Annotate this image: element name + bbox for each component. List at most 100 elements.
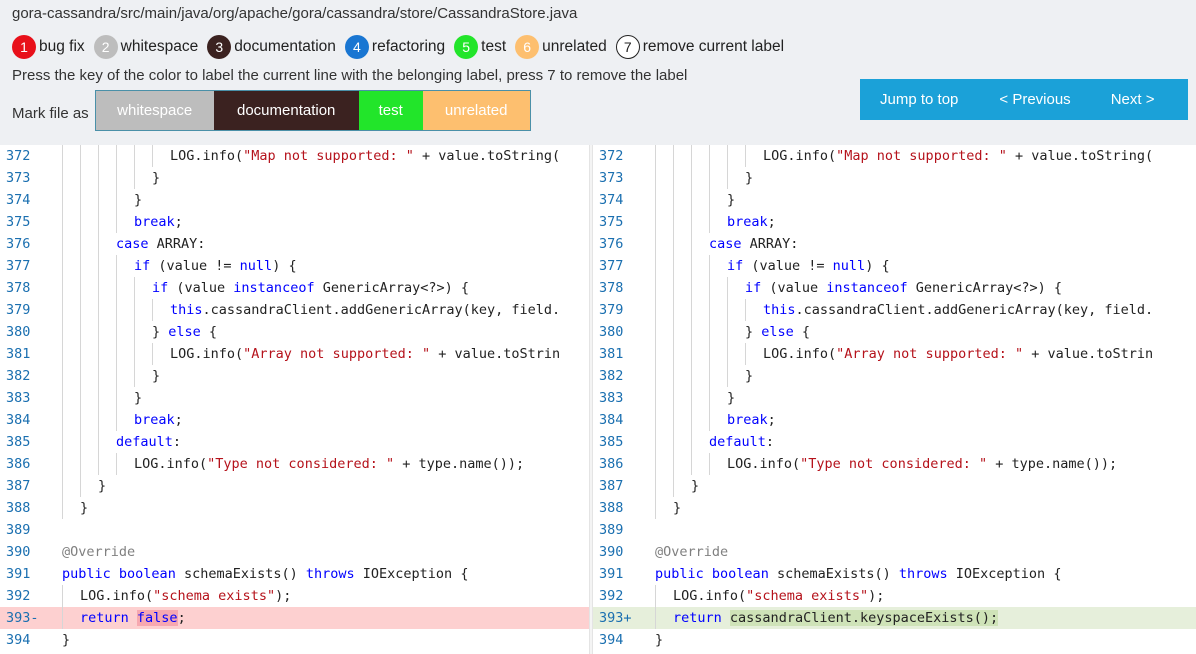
code-line[interactable]: 384 break; bbox=[593, 409, 1196, 431]
instructions-text: Press the key of the color to label the … bbox=[12, 67, 688, 84]
indent-guide bbox=[134, 365, 135, 387]
code-line[interactable]: 372 LOG.info("Map not supported: " + valu… bbox=[593, 145, 1196, 167]
code-line[interactable]: 382} bbox=[0, 365, 590, 387]
indent-guide bbox=[655, 585, 656, 607]
code-line[interactable]: 393- return false; bbox=[0, 607, 590, 629]
code-line[interactable]: 381 LOG.info("Array not supported: " + va… bbox=[0, 343, 590, 365]
code-line[interactable]: 388} bbox=[593, 497, 1196, 519]
next-button[interactable]: Next > bbox=[1111, 91, 1155, 108]
label-unrelated[interactable]: 6 unrelated bbox=[515, 35, 607, 59]
code-line[interactable]: 391 public boolean schemaExists() throws … bbox=[593, 563, 1196, 585]
code-line[interactable]: 389 bbox=[593, 519, 1196, 541]
indent-guide bbox=[80, 321, 81, 343]
indent-guide bbox=[116, 277, 117, 299]
label-remove-label[interactable]: 7 remove current label bbox=[615, 35, 785, 59]
code-line[interactable]: 383} bbox=[0, 387, 590, 409]
code-line[interactable]: 385 default: bbox=[593, 431, 1196, 453]
code-line[interactable]: 374} bbox=[593, 189, 1196, 211]
code-line[interactable]: 373} bbox=[593, 167, 1196, 189]
mark-file-label: Mark file as bbox=[12, 105, 89, 122]
indent-guide bbox=[673, 321, 674, 343]
indent-guide bbox=[134, 321, 135, 343]
mark-test-button[interactable]: test bbox=[358, 91, 423, 130]
code-line[interactable]: 394} bbox=[593, 629, 1196, 651]
indent-guide bbox=[152, 343, 153, 365]
code-line[interactable]: 378 if (value instanceof GenericArray<?>)… bbox=[593, 277, 1196, 299]
label-test[interactable]: 5 test bbox=[454, 35, 506, 59]
code-line[interactable]: 390 @Override bbox=[0, 541, 590, 563]
indent-guide bbox=[152, 145, 153, 167]
code-line[interactable]: 382} bbox=[593, 365, 1196, 387]
code-line[interactable]: 393+ return cassandraClient.keyspaceExist… bbox=[593, 607, 1196, 629]
mark-unrelated-button[interactable]: unrelated bbox=[422, 91, 530, 130]
code-line[interactable]: 378 if (value instanceof GenericArray<?>)… bbox=[0, 277, 590, 299]
code-line[interactable]: 375 break; bbox=[0, 211, 590, 233]
indent-guide bbox=[62, 299, 63, 321]
code-line[interactable]: 390 @Override bbox=[593, 541, 1196, 563]
code-line[interactable]: 392 LOG.info("schema exists"); bbox=[0, 585, 590, 607]
code-line[interactable]: 375 break; bbox=[593, 211, 1196, 233]
line-number: 387 bbox=[599, 478, 624, 494]
code-line[interactable]: 373} bbox=[0, 167, 590, 189]
code-line[interactable]: 386 LOG.info("Type not considered: " + ty… bbox=[0, 453, 590, 475]
indent-guide bbox=[673, 211, 674, 233]
label-remove-label-text: remove current label bbox=[642, 38, 785, 55]
line-number: 387 bbox=[6, 478, 31, 494]
code-line[interactable]: 377 if (value != null) { bbox=[0, 255, 590, 277]
code-line[interactable]: 372 LOG.info("Map not supported: " + valu… bbox=[0, 145, 590, 167]
code-line[interactable]: 379 this.cassandraClient.addGenericArray(… bbox=[0, 299, 590, 321]
code-line[interactable]: 392 LOG.info("schema exists"); bbox=[593, 585, 1196, 607]
code-line[interactable]: 386 LOG.info("Type not considered: " + ty… bbox=[593, 453, 1196, 475]
line-number: 386 bbox=[599, 456, 624, 472]
code-line[interactable]: 376 case ARRAY: bbox=[0, 233, 590, 255]
mark-documentation-button[interactable]: documentation bbox=[213, 91, 359, 130]
code-line[interactable]: 384 break; bbox=[0, 409, 590, 431]
indent-guide bbox=[727, 145, 728, 167]
code-line[interactable]: 387} bbox=[0, 475, 590, 497]
indent-guide bbox=[745, 343, 746, 365]
label-bug-fix[interactable]: 1 bug fix bbox=[12, 35, 85, 59]
code-line[interactable]: 388} bbox=[0, 497, 590, 519]
indent-guide bbox=[655, 299, 656, 321]
code-text: } bbox=[673, 500, 682, 516]
indent-guide bbox=[62, 453, 63, 475]
indent-guide bbox=[691, 167, 692, 189]
diff-view: 372 LOG.info("Map not supported: " + valu… bbox=[0, 145, 1196, 654]
code-line[interactable]: 380} else { bbox=[0, 321, 590, 343]
indent-guide bbox=[80, 365, 81, 387]
code-text: public boolean schemaExists() throws IOE… bbox=[62, 566, 469, 582]
label-whitespace[interactable]: 2 whitespace bbox=[93, 35, 198, 59]
indent-guide bbox=[116, 145, 117, 167]
code-line[interactable]: 389 bbox=[0, 519, 590, 541]
code-line[interactable]: 374} bbox=[0, 189, 590, 211]
indent-guide bbox=[691, 211, 692, 233]
old-version-pane[interactable]: 372 LOG.info("Map not supported: " + valu… bbox=[0, 145, 590, 654]
indent-guide bbox=[116, 211, 117, 233]
code-line[interactable]: 383} bbox=[593, 387, 1196, 409]
code-line[interactable]: 387} bbox=[593, 475, 1196, 497]
line-number: 392 bbox=[599, 588, 624, 604]
indent-guide bbox=[655, 475, 656, 497]
indent-guide bbox=[709, 277, 710, 299]
previous-button[interactable]: < Previous bbox=[999, 91, 1070, 108]
code-line[interactable]: 381 LOG.info("Array not supported: " + va… bbox=[593, 343, 1196, 365]
new-version-pane[interactable]: 372 LOG.info("Map not supported: " + valu… bbox=[593, 145, 1196, 654]
code-line[interactable]: 391 public boolean schemaExists() throws … bbox=[0, 563, 590, 585]
code-line[interactable]: 376 case ARRAY: bbox=[593, 233, 1196, 255]
code-line[interactable]: 394} bbox=[0, 629, 590, 651]
line-number: 378 bbox=[599, 280, 624, 296]
label-documentation[interactable]: 3 documentation bbox=[207, 35, 336, 59]
indent-guide bbox=[152, 299, 153, 321]
code-line[interactable]: 385 default: bbox=[0, 431, 590, 453]
label-refactoring[interactable]: 4 refactoring bbox=[344, 35, 445, 59]
mark-whitespace-button[interactable]: whitespace bbox=[95, 91, 214, 130]
code-line[interactable]: 379 this.cassandraClient.addGenericArray(… bbox=[593, 299, 1196, 321]
code-line[interactable]: 377 if (value != null) { bbox=[593, 255, 1196, 277]
indent-guide bbox=[98, 211, 99, 233]
code-line[interactable]: 380} else { bbox=[593, 321, 1196, 343]
indent-guide bbox=[691, 233, 692, 255]
indent-guide bbox=[673, 409, 674, 431]
code-text: } bbox=[80, 500, 89, 516]
jump-to-top-button[interactable]: Jump to top bbox=[880, 91, 958, 108]
indent-guide bbox=[673, 299, 674, 321]
